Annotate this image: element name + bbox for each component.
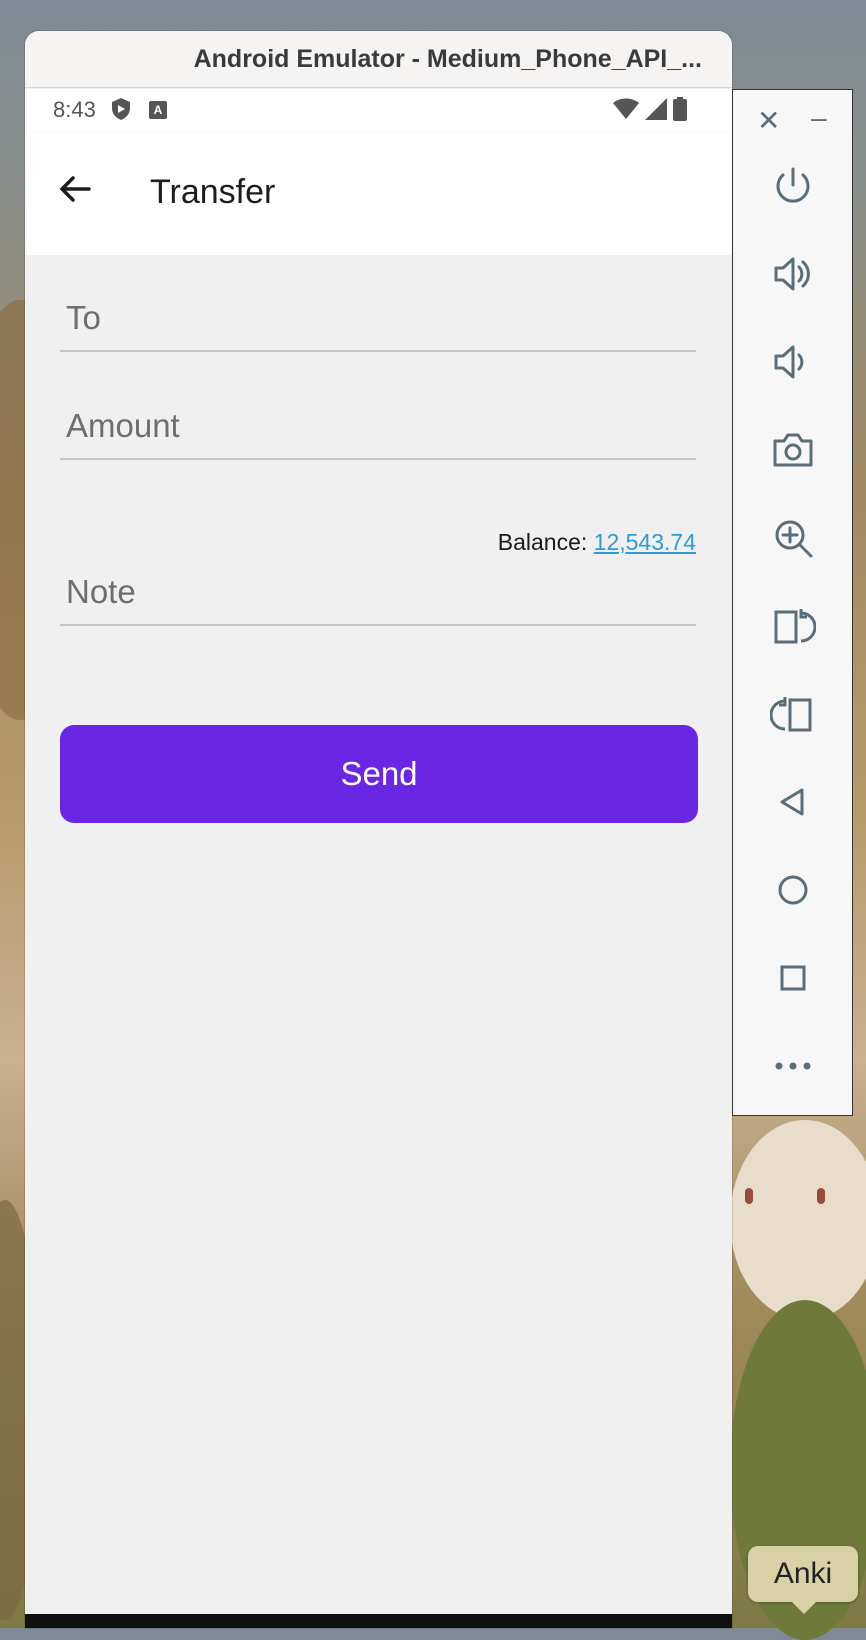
nav-home-button[interactable]	[763, 860, 823, 920]
nav-bar-strip	[25, 1614, 732, 1628]
window-title-bar[interactable]: Android Emulator - Medium_Phone_API_...	[25, 31, 732, 88]
signal-icon	[645, 98, 667, 126]
balance-row: Balance: 12,543.74	[498, 529, 696, 556]
overview-square-icon	[780, 965, 806, 991]
more-icon	[775, 1062, 811, 1070]
power-icon	[776, 167, 810, 203]
camera-button[interactable]	[763, 420, 823, 480]
back-button[interactable]	[53, 169, 97, 213]
amount-input[interactable]	[60, 394, 696, 458]
emulator-control-panel: ✕ –	[732, 89, 853, 1116]
arrow-left-icon	[59, 175, 91, 208]
window-title: Android Emulator - Medium_Phone_API_...	[193, 44, 702, 73]
nav-back-button[interactable]	[763, 772, 823, 832]
to-input[interactable]	[60, 286, 696, 350]
shield-icon	[110, 97, 132, 127]
battery-icon	[673, 97, 687, 127]
volume-up-button[interactable]	[763, 244, 823, 304]
tooltip-label: Anki	[773, 1557, 833, 1590]
home-circle-icon	[778, 875, 808, 905]
status-icons	[613, 97, 687, 127]
wallpaper-eye	[745, 1188, 753, 1204]
emulator-window: Android Emulator - Medium_Phone_API_... …	[25, 31, 732, 1628]
rotate-right-button[interactable]	[763, 684, 823, 744]
send-button[interactable]: Send	[60, 725, 698, 823]
rotate-left-icon	[774, 609, 816, 644]
note-input[interactable]	[60, 560, 696, 624]
rotate-right-icon	[770, 697, 812, 732]
nav-overview-button[interactable]	[763, 948, 823, 1008]
status-bar: 8:43 A	[25, 89, 732, 133]
wifi-icon	[613, 98, 639, 126]
wallpaper-eye	[817, 1188, 825, 1204]
zoom-in-icon	[775, 520, 813, 558]
page-title: Transfer	[150, 173, 276, 211]
minimize-icon[interactable]: –	[811, 102, 827, 134]
back-triangle-icon	[780, 788, 804, 816]
camera-icon	[773, 433, 813, 467]
to-field	[60, 286, 696, 352]
volume-down-icon	[774, 345, 804, 379]
rotate-left-button[interactable]	[763, 596, 823, 656]
a-icon: A	[149, 101, 167, 119]
balance-label: Balance:	[497, 529, 594, 555]
more-button[interactable]	[763, 1036, 823, 1096]
wallpaper-character	[730, 1120, 866, 1320]
zoom-button[interactable]	[763, 508, 823, 568]
dock-tooltip: Anki	[748, 1546, 858, 1614]
panel-window-controls: ✕ –	[733, 102, 852, 137]
amount-field	[60, 394, 696, 460]
volume-up-icon	[774, 257, 810, 291]
balance-value-link[interactable]: 12,543.74	[594, 529, 696, 555]
volume-down-button[interactable]	[763, 332, 823, 392]
app-bar: Transfer	[25, 133, 732, 255]
transfer-form: Balance: 12,543.74 Send	[25, 255, 732, 1614]
note-field	[60, 560, 696, 626]
status-time: 8:43	[53, 97, 96, 122]
close-icon[interactable]: ✕	[757, 104, 780, 137]
power-button[interactable]	[763, 156, 823, 216]
